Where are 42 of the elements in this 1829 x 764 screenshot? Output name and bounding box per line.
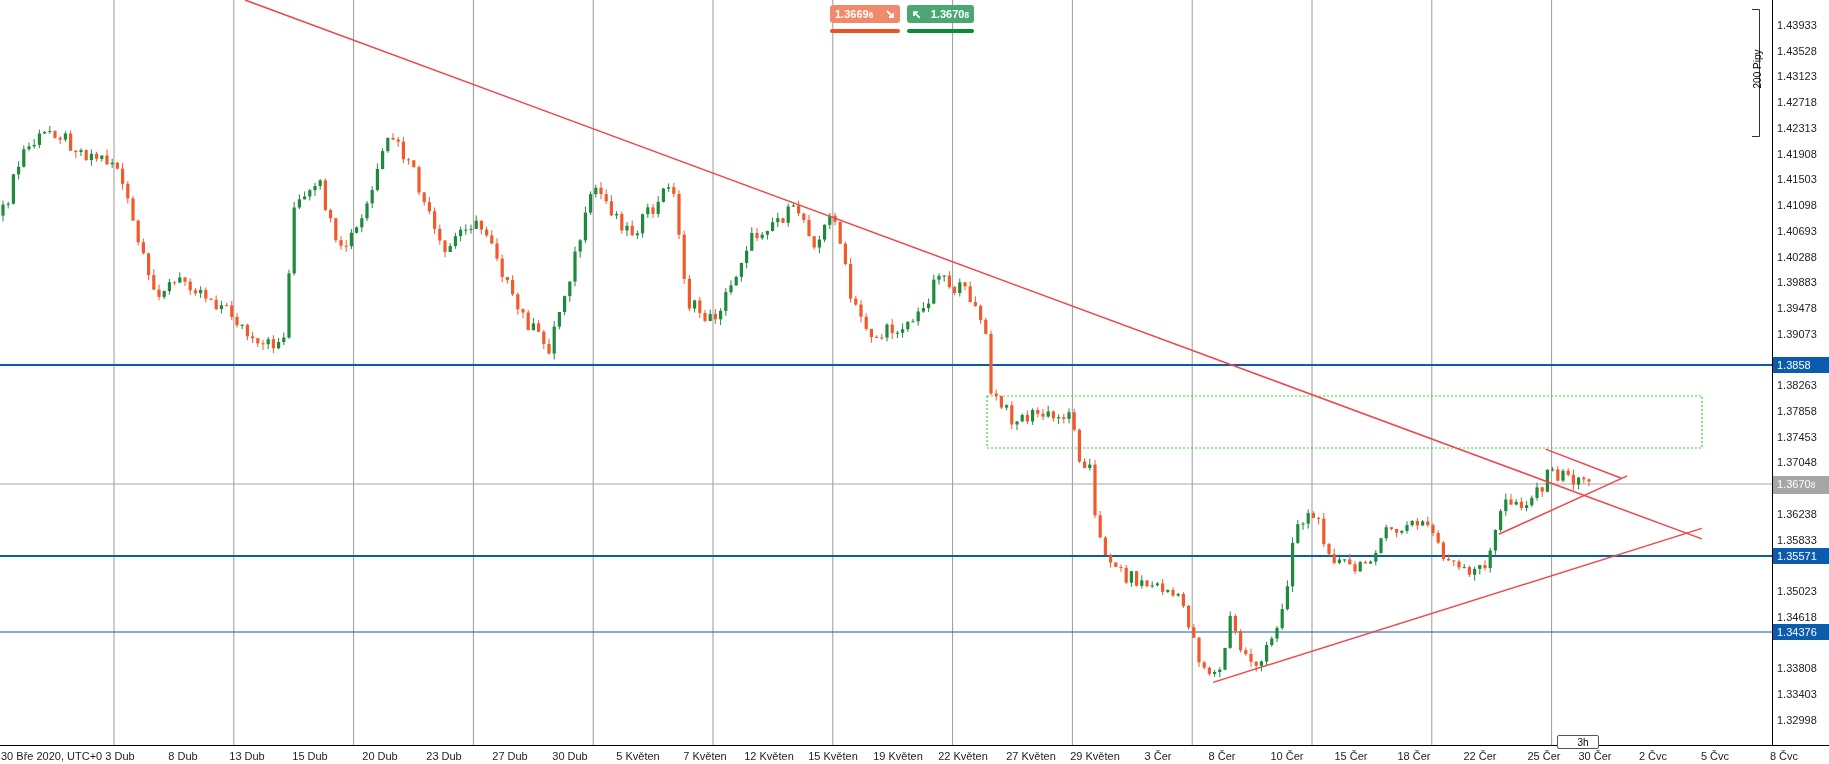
- date-label: 7 Květen: [683, 750, 727, 763]
- sell-bar: [830, 29, 900, 33]
- ruler-label: 200 Pipy: [1752, 48, 1764, 91]
- date-label: 19 Květen: [873, 750, 923, 763]
- date-label: 30 Čer: [1578, 750, 1612, 763]
- date-label: 23 Dub: [426, 750, 462, 763]
- date-label: 3 Dub: [105, 750, 135, 763]
- date-label: 8 Dub: [168, 750, 198, 763]
- price-tick-label: 1.43933: [1777, 18, 1817, 32]
- date-label: 8 Čvc: [1769, 750, 1799, 763]
- date-label: 25 Čer: [1527, 750, 1561, 763]
- date-label: 2 Čvc: [1638, 750, 1668, 763]
- timeframe-button[interactable]: 3h: [1557, 735, 1599, 749]
- date-label: 27 Dub: [492, 750, 528, 763]
- date-label: 29 Květen: [1070, 750, 1120, 763]
- date-label: 8 Čer: [1208, 750, 1236, 763]
- date-label: 15 Květen: [808, 750, 858, 763]
- date-label: 30 Dub: [552, 750, 588, 763]
- price-tick-label: 1.39478: [1777, 301, 1817, 315]
- price-label: 1.3858: [1773, 357, 1829, 373]
- buy-bar: [907, 29, 974, 33]
- date-label: 22 Čer: [1463, 750, 1497, 763]
- date-label: 13 Dub: [229, 750, 265, 763]
- date-label: 15 Čer: [1334, 750, 1368, 763]
- buy-button[interactable]: 1.3670$_{8}$: [907, 5, 974, 23]
- sell-button[interactable]: 1.3669$_{6}$: [830, 5, 900, 23]
- date-label: 27 Květen: [1006, 750, 1056, 763]
- date-label: 5 Květen: [616, 750, 660, 763]
- date-label: 18 Čer: [1397, 750, 1431, 763]
- price-label: 1.3670$_{8}$: [1773, 476, 1829, 494]
- date-label: 30 Bře 2020, UTC+0: [1, 750, 103, 763]
- date-label: 10 Čer: [1270, 750, 1304, 763]
- date-label: 22 Květen: [938, 750, 988, 763]
- arrow-icon: [886, 9, 895, 19]
- date-label: 20 Dub: [362, 750, 398, 763]
- date-label: 15 Dub: [292, 750, 328, 763]
- date-label: 5 Čvc: [1700, 750, 1730, 763]
- date-label: 12 Květen: [744, 750, 794, 763]
- price-label: 1.34376: [1773, 624, 1829, 640]
- arrow-icon: [912, 9, 921, 19]
- date-label: 3 Čer: [1144, 750, 1172, 763]
- price-label: 1.35571: [1773, 548, 1829, 564]
